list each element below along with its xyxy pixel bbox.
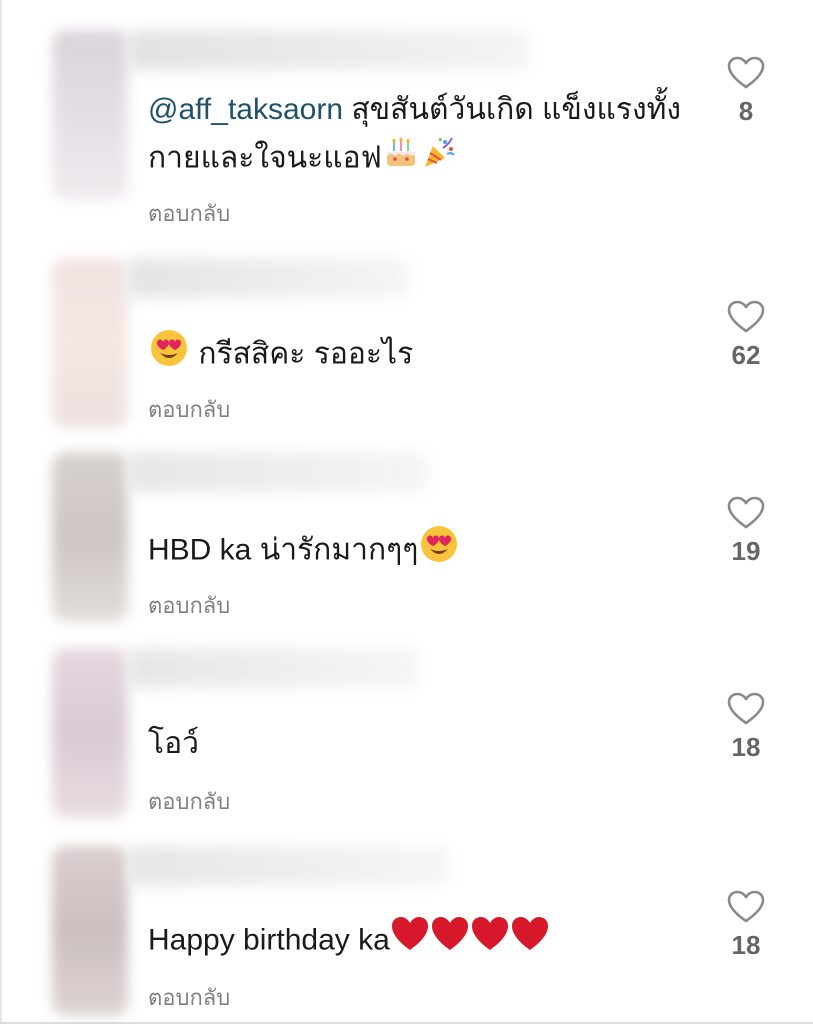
reply-button[interactable]: ตอบกลับ <box>148 980 230 1015</box>
username-blurred[interactable] <box>128 648 418 688</box>
comment-text: Happy birthday ka <box>148 916 688 967</box>
like-count: 18 <box>731 732 761 762</box>
heart-outline-icon <box>727 496 765 529</box>
mention-link[interactable]: @aff_taksaorn <box>148 93 343 126</box>
reply-button[interactable]: ตอบกลับ <box>148 588 230 623</box>
comment-item: โอว์ ตอบกลับ 18 <box>0 648 813 844</box>
heart-outline-icon <box>727 692 765 725</box>
like-button[interactable]: 8 <box>718 56 774 127</box>
comment-item: กรีสสิคะ รออะไร ตอบกลับ 62 <box>0 258 813 454</box>
like-button[interactable]: 19 <box>718 496 774 567</box>
reply-button[interactable]: ตอบกลับ <box>148 784 230 819</box>
party-popper-icon <box>421 134 457 185</box>
comment-text: HBD ka น่ารักมากๆๆ <box>148 524 688 579</box>
comment-item: Happy birthday ka ตอบกลับ 18 <box>0 846 813 1024</box>
avatar[interactable] <box>52 846 128 1016</box>
username-blurred[interactable] <box>128 30 528 70</box>
like-count: 18 <box>731 930 761 960</box>
username-blurred[interactable] <box>128 452 428 492</box>
like-count: 8 <box>738 96 754 126</box>
comment-item: HBD ka น่ารักมากๆๆ ตอบกลับ 19 <box>0 452 813 648</box>
heart-eyes-face-icon <box>149 328 189 383</box>
comment-item: @aff_taksaorn สุขสันต์วันเกิด แข็งแรงทั้… <box>0 30 813 226</box>
username-blurred[interactable] <box>128 846 448 886</box>
avatar[interactable] <box>52 258 128 428</box>
like-button[interactable]: 18 <box>718 692 774 763</box>
like-count: 19 <box>731 536 761 566</box>
reply-button[interactable]: ตอบกลับ <box>148 392 230 427</box>
red-heart-icon <box>511 916 549 967</box>
comment-body: Happy birthday ka <box>148 923 390 957</box>
like-count: 62 <box>731 340 761 370</box>
like-button[interactable]: 18 <box>718 890 774 961</box>
heart-outline-icon <box>727 56 765 89</box>
avatar[interactable] <box>52 452 128 622</box>
comment-text: กรีสสิคะ รออะไร <box>148 328 688 383</box>
comment-body: กรีสสิคะ รออะไร <box>190 337 414 371</box>
username-blurred[interactable] <box>128 258 408 298</box>
heart-outline-icon <box>727 300 765 333</box>
birthday-cake-icon <box>383 134 419 185</box>
red-heart-icon <box>471 916 509 967</box>
comment-text: โอว์ <box>148 720 688 768</box>
comment-list: @aff_taksaorn สุขสันต์วันเกิด แข็งแรงทั้… <box>0 0 813 1024</box>
like-button[interactable]: 62 <box>718 300 774 371</box>
heart-outline-icon <box>727 890 765 923</box>
heart-eyes-face-icon <box>419 524 459 579</box>
comment-body: โอว์ <box>148 727 199 760</box>
avatar[interactable] <box>52 30 128 200</box>
comment-text: @aff_taksaorn สุขสันต์วันเกิด แข็งแรงทั้… <box>148 86 688 185</box>
red-heart-icon <box>431 916 469 967</box>
reply-button[interactable]: ตอบกลับ <box>148 196 230 231</box>
avatar[interactable] <box>52 648 128 818</box>
comment-body: HBD ka น่ารักมากๆๆ <box>148 533 419 567</box>
red-heart-icon <box>391 916 429 967</box>
